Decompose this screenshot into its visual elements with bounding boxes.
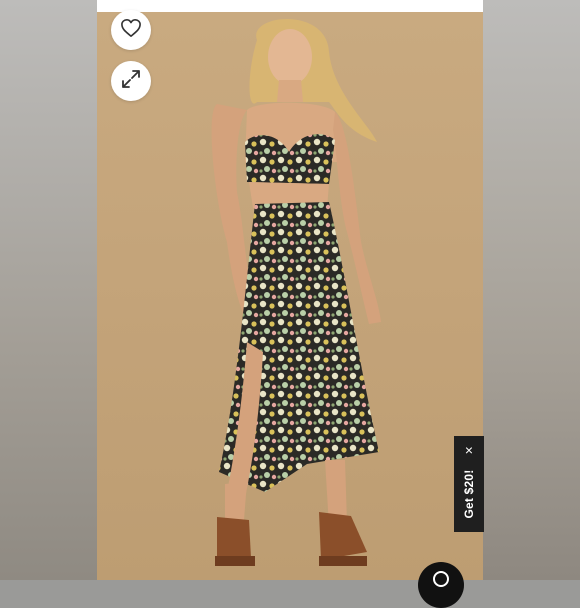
- favorite-button[interactable]: [111, 10, 151, 50]
- expand-image-button[interactable]: [111, 61, 151, 101]
- heart-icon: [120, 18, 142, 43]
- promo-close-icon[interactable]: ×: [454, 442, 484, 458]
- promo-label: Get $20!: [462, 469, 476, 519]
- magnifier-icon: [433, 571, 449, 587]
- search-button[interactable]: [418, 562, 464, 608]
- product-photo: [97, 12, 483, 580]
- left-blurred-backdrop: [0, 0, 97, 580]
- promo-tab[interactable]: × Get $20!: [454, 436, 484, 532]
- top-white-strip: [97, 0, 483, 12]
- right-blurred-backdrop: [483, 0, 580, 580]
- expand-arrows-icon: [120, 68, 142, 95]
- model-illustration: [211, 18, 381, 566]
